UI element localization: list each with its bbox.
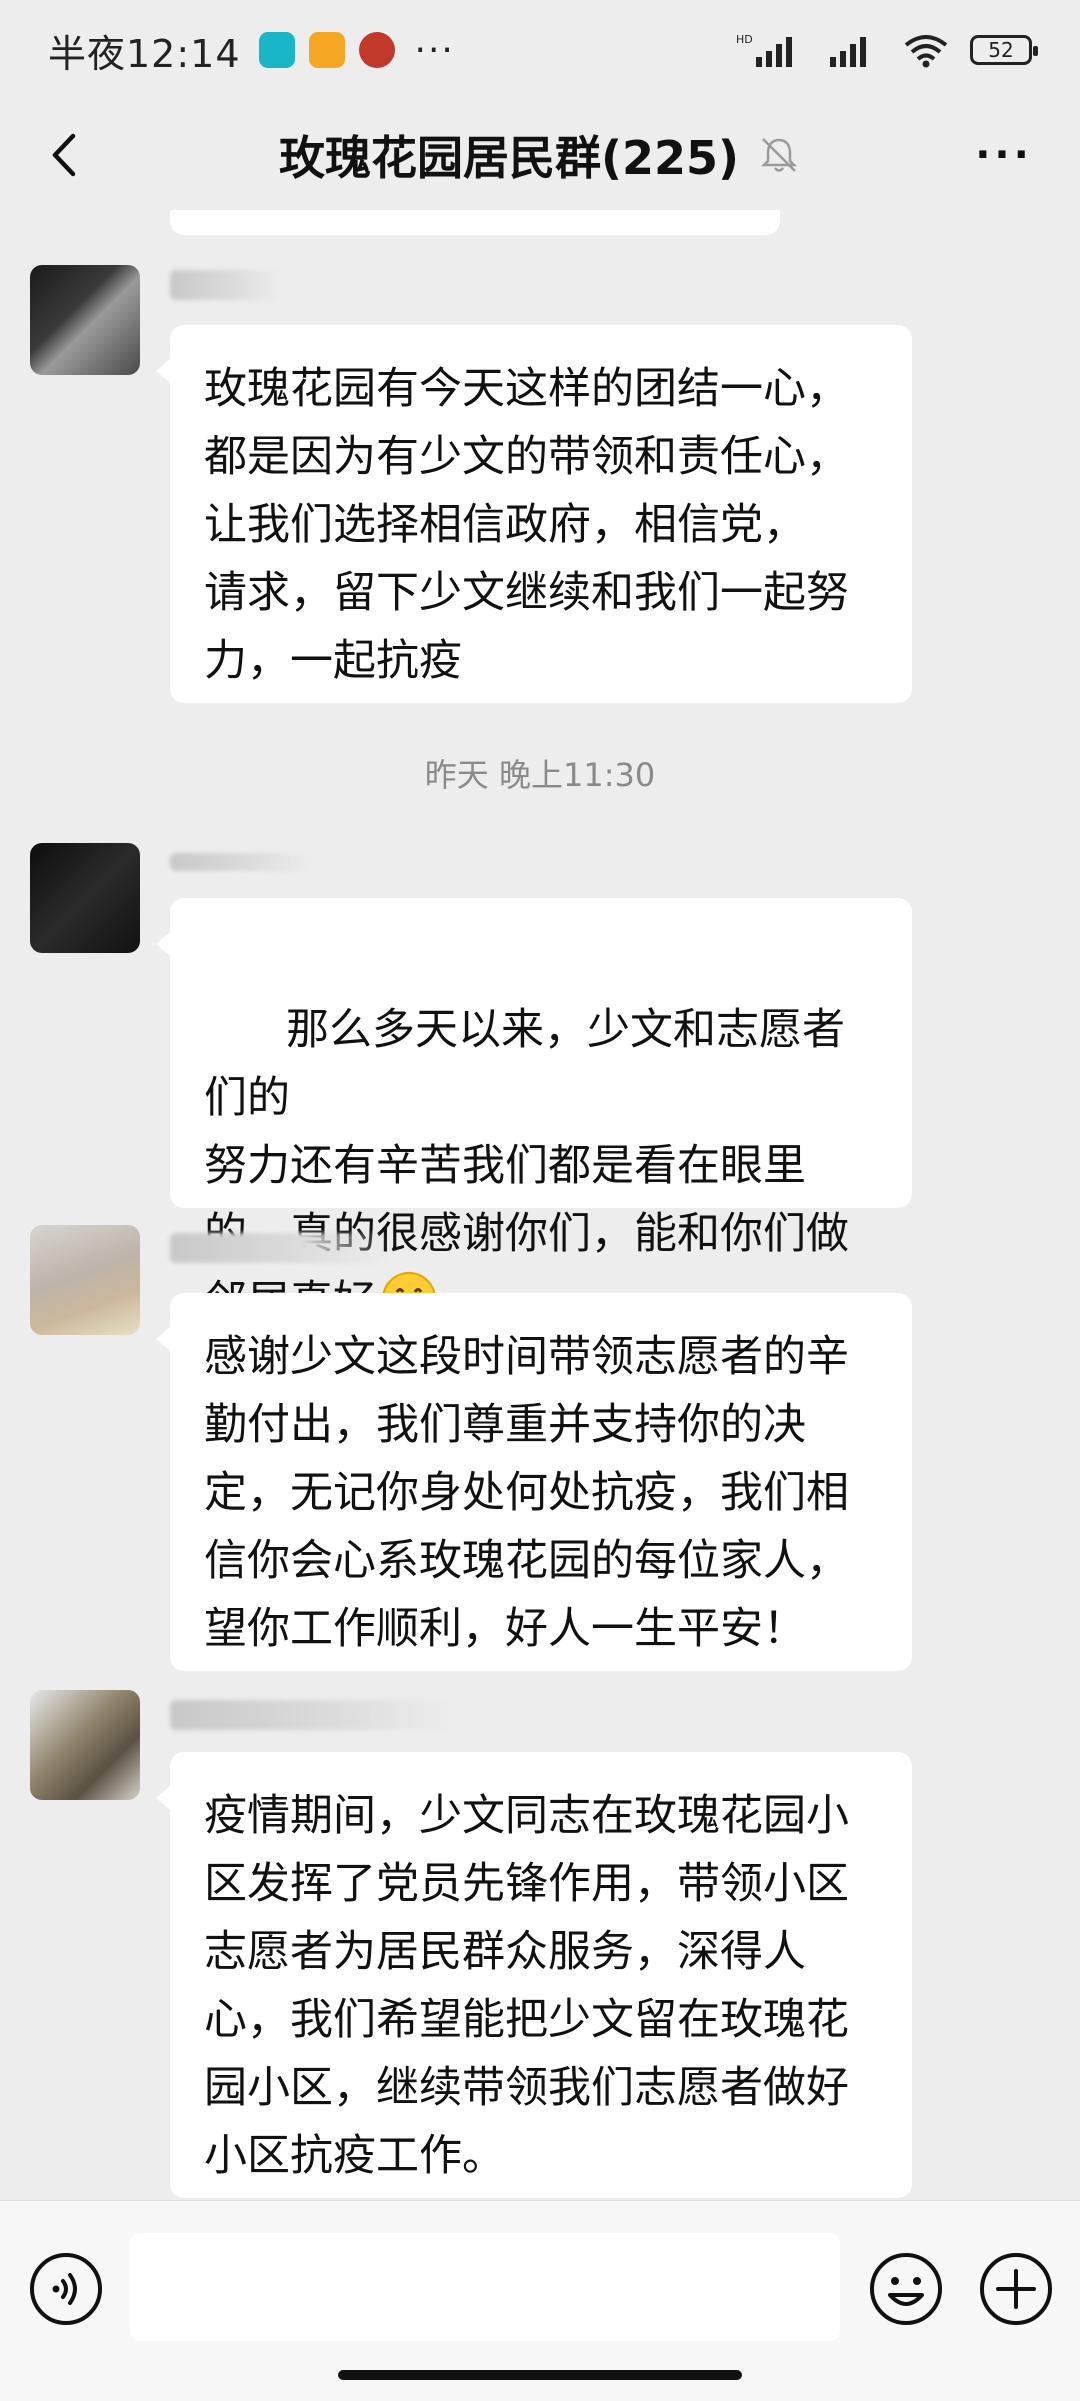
chat-title: 玫瑰花园居民群(225) <box>278 131 740 185</box>
plus-button[interactable] <box>976 2249 1056 2329</box>
wifi-icon <box>904 35 948 68</box>
sender-name-blurred <box>170 853 310 871</box>
message-bubble[interactable]: 感谢少文这段时间带领志愿者的辛 勤付出，我们尊重并支持你的决 定，无记你身处何处… <box>156 1293 912 1671</box>
message-bubble[interactable]: 那么多天以来，少文和志愿者们的 努力还有辛苦我们都是看在眼里 的，真的很感谢你们… <box>156 898 912 1327</box>
status-right: HD 52 <box>736 31 1038 69</box>
home-indicator[interactable] <box>338 2370 742 2380</box>
voice-icon <box>30 2253 102 2325</box>
chat-area[interactable]: 玫瑰花园有今天这样的团结一心， 都是因为有少文的带领和责任心， 让我们选择相信政… <box>0 210 1080 2200</box>
avatar[interactable] <box>30 843 140 953</box>
status-more-icon: ··· <box>414 29 455 71</box>
notification-icons <box>258 32 395 68</box>
more-options-button[interactable]: ··· <box>964 120 1044 190</box>
timestamp: 昨天 晚上11:30 <box>424 756 656 794</box>
battery-icon: 52 <box>970 35 1038 65</box>
sender-name-blurred <box>170 1233 390 1263</box>
message-bubble[interactable]: 疫情期间，少文同志在玫瑰花园小 区发挥了党员先锋作用，带领小区 志愿者为居民群众… <box>156 1752 912 2198</box>
status-time: 半夜12:14 <box>48 31 241 76</box>
message-input[interactable] <box>130 2233 840 2341</box>
status-bar: 半夜12:14 ··· HD 52 <box>0 0 1080 100</box>
app-notification-icon <box>258 32 295 68</box>
emoji-button[interactable] <box>866 2249 946 2329</box>
signal-icon <box>830 37 866 67</box>
message-notification-icon <box>308 32 345 68</box>
back-arrow-icon <box>52 133 76 177</box>
partial-message-bubble <box>170 210 780 235</box>
mute-bell-icon <box>757 133 801 177</box>
voice-button[interactable] <box>26 2249 106 2329</box>
svg-text:HD: HD <box>736 33 753 46</box>
plus-icon <box>980 2253 1052 2325</box>
sender-name-blurred <box>170 270 280 300</box>
news-notification-icon <box>358 32 395 68</box>
nav-bar: 玫瑰花园居民群(225) ··· <box>0 100 1080 210</box>
avatar[interactable] <box>30 1690 140 1800</box>
back-button[interactable] <box>30 120 100 190</box>
sender-name-blurred <box>170 1700 450 1730</box>
avatar[interactable] <box>30 1225 140 1335</box>
message-bubble[interactable]: 玫瑰花园有今天这样的团结一心， 都是因为有少文的带领和责任心， 让我们选择相信政… <box>156 325 912 703</box>
message-text: 那么多天以来，少文和志愿者们的 努力还有辛苦我们都是看在眼里 的，真的很感谢你们… <box>204 1005 849 1327</box>
avatar[interactable] <box>30 265 140 375</box>
emoji-icon <box>870 2253 942 2325</box>
signal-hd-icon: HD <box>736 33 792 67</box>
